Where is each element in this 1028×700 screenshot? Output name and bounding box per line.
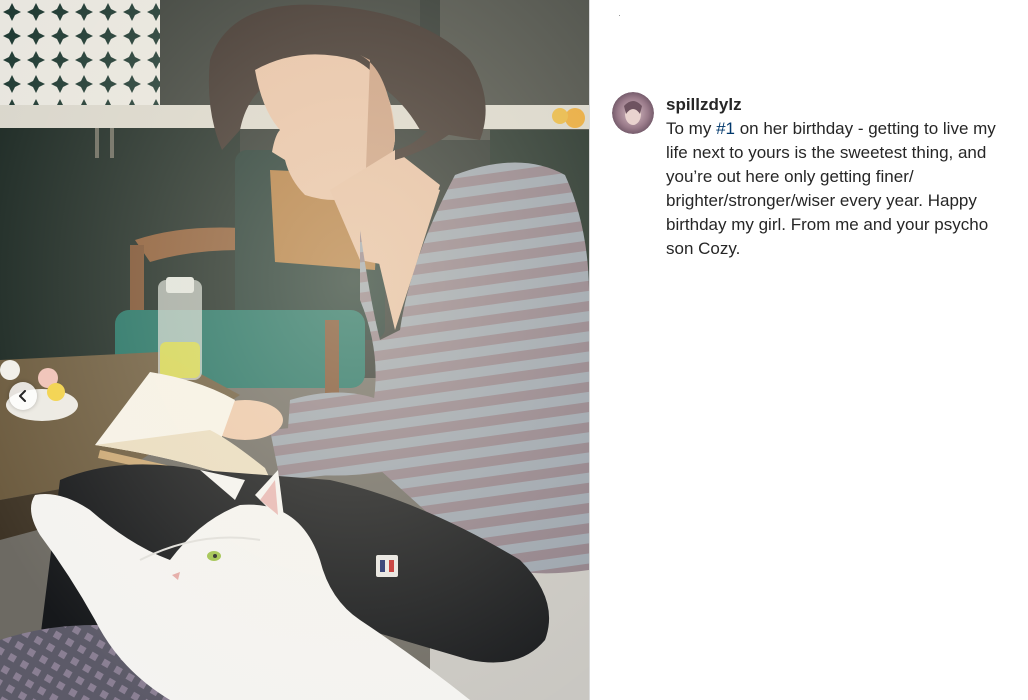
caption-comment: spillzdylz To my #1 on her birthday - ge… [612,92,1022,261]
username-link[interactable]: spillzdylz [666,93,1018,117]
comment-body: spillzdylz To my #1 on her birthday - ge… [666,92,1018,261]
post-details-panel: spillzdylz To my #1 on her birthday - ge… [590,0,1028,700]
photo-woman-reading-with-white-cat [0,0,589,700]
chevron-left-icon [19,390,26,402]
instagram-post: spillzdylz To my #1 on her birthday - ge… [0,0,1028,700]
caption-text: To my #1 on her birthday - getting to li… [666,117,1018,261]
caption-text-start: To my [666,119,717,138]
previous-photo-button[interactable] [9,382,37,410]
decorative-dot [619,15,620,16]
caption-text-end: on her birthday - getting to live my lif… [666,119,996,258]
hashtag-link[interactable]: #1 [716,119,735,138]
avatar[interactable] [612,92,654,134]
post-photo[interactable] [0,0,589,700]
profile-picture [612,92,654,134]
